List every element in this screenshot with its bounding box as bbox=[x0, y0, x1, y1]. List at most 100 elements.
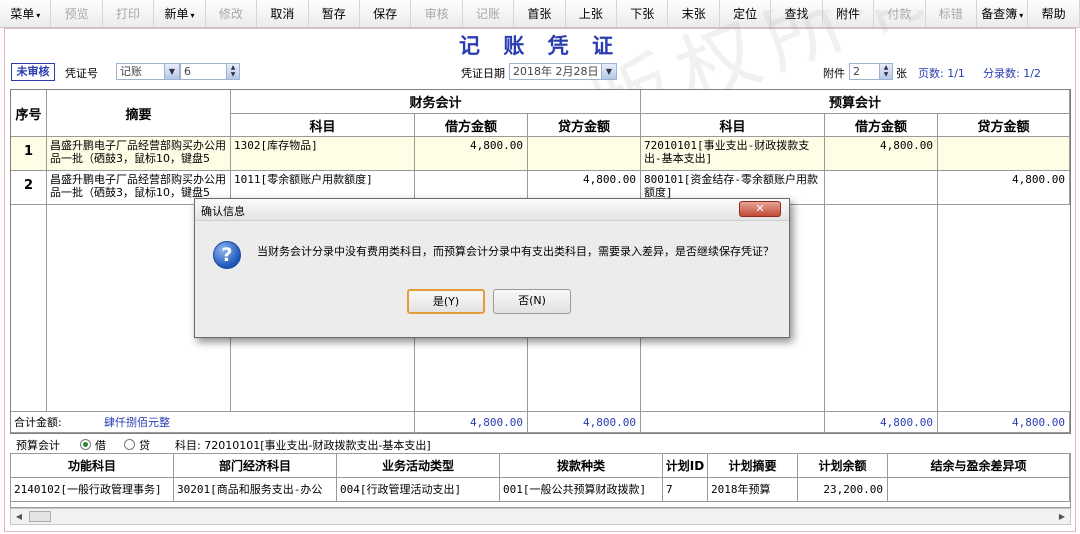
toolbar-button-label: 末张 bbox=[681, 6, 706, 21]
toolbar-button[interactable]: 审核 bbox=[411, 0, 463, 27]
toolbar-button-label: 暂存 bbox=[321, 6, 346, 21]
spin-up-down-icon[interactable]: ▲ ▼ bbox=[879, 64, 892, 79]
row-fin-debit[interactable]: 4,800.00 bbox=[415, 137, 528, 171]
budget-fund-type-cell[interactable]: 001[一般公共预算财政拨款] bbox=[500, 478, 663, 502]
row-seq: 2 bbox=[11, 171, 47, 205]
toolbar-button-label: 保存 bbox=[373, 6, 398, 21]
attachment-stepper[interactable]: 2 ▲ ▼ bbox=[849, 63, 893, 80]
row-bud-debit[interactable]: 4,800.00 bbox=[825, 137, 938, 171]
col-fin-account-header: 科目 bbox=[231, 114, 415, 137]
toolbar-button[interactable]: 附件 bbox=[823, 0, 875, 27]
row-summary[interactable]: 昌盛升鹏电子厂品经营部购买办公用品一批（硒鼓3，鼠标10，键盘5 bbox=[47, 137, 231, 171]
voucher-no-label: 凭证号 bbox=[65, 67, 98, 80]
toolbar-button[interactable]: 菜单 ▾ bbox=[0, 0, 52, 27]
toolbar-button[interactable]: 帮助 bbox=[1028, 0, 1080, 27]
toolbar-button-label: 付款 bbox=[887, 6, 912, 21]
confirm-dialog: 确认信息 ✕ ? 当财务会计分录中没有费用类科目，而预算会计分录中有支出类科目，… bbox=[194, 198, 790, 338]
budget-plan-id-cell[interactable]: 7 bbox=[663, 478, 708, 502]
dialog-titlebar[interactable]: 确认信息 ✕ bbox=[195, 199, 789, 221]
col-econ-header: 部门经济科目 bbox=[174, 454, 337, 478]
toolbar-button[interactable]: 暂存 bbox=[309, 0, 360, 27]
col-fin-debit-header: 借方金额 bbox=[415, 114, 528, 137]
empty-cell bbox=[825, 205, 938, 411]
col-seq-header: 序号 bbox=[11, 90, 47, 137]
total-fin-credit: 4,800.00 bbox=[528, 411, 641, 433]
col-summary-header: 摘要 bbox=[47, 90, 231, 137]
col-plan-balance-header: 计划余额 bbox=[798, 454, 888, 478]
toolbar-button-label: 上张 bbox=[578, 6, 603, 21]
col-fin-credit-header: 贷方金额 bbox=[528, 114, 641, 137]
toolbar-button-label: 审核 bbox=[424, 6, 449, 21]
toolbar-button[interactable]: 上张 bbox=[566, 0, 618, 27]
col-bud-debit-header: 借方金额 bbox=[825, 114, 938, 137]
scroll-thumb[interactable] bbox=[29, 511, 51, 522]
voucher-type-value: 记账 bbox=[120, 65, 142, 78]
toolbar-button[interactable]: 付款 bbox=[874, 0, 926, 27]
toolbar-button-label: 修改 bbox=[218, 6, 243, 21]
toolbar-button[interactable]: 预览 bbox=[51, 0, 103, 27]
date-picker[interactable]: 2018年 2月28日 ▼ bbox=[509, 63, 617, 80]
close-icon[interactable]: ✕ bbox=[739, 201, 781, 217]
chevron-down-icon: ▾ bbox=[36, 10, 41, 20]
credit-radio-label[interactable]: 贷 bbox=[139, 437, 150, 453]
budget-plan-summary-cell[interactable]: 2018年预算 bbox=[708, 478, 798, 502]
group-financial-header: 财务会计 bbox=[231, 90, 641, 114]
debit-radio[interactable] bbox=[80, 439, 91, 450]
col-fund-type-header: 拨款种类 bbox=[500, 454, 663, 478]
toolbar-button[interactable]: 查找 bbox=[771, 0, 823, 27]
yes-button[interactable]: 是(Y) bbox=[407, 289, 485, 314]
toolbar-button[interactable]: 首张 bbox=[514, 0, 566, 27]
budget-activity-cell[interactable]: 004[行政管理活动支出] bbox=[337, 478, 500, 502]
toolbar-button[interactable]: 定位 bbox=[720, 0, 772, 27]
credit-radio[interactable] bbox=[124, 439, 135, 450]
debit-radio-label[interactable]: 借 bbox=[95, 437, 106, 453]
toolbar-button[interactable]: 备查簿 ▾ bbox=[977, 0, 1029, 27]
toolbar-button[interactable]: 下张 bbox=[617, 0, 669, 27]
col-plan-id-header: 计划ID bbox=[663, 454, 708, 478]
dialog-title: 确认信息 bbox=[201, 205, 245, 218]
chevron-down-icon: ▾ bbox=[1019, 10, 1024, 20]
toolbar-button-label: 查找 bbox=[784, 6, 809, 21]
toolbar-button[interactable]: 取消 bbox=[257, 0, 309, 27]
budget-bar: 预算会计 借 贷 科目: 72010101[事业支出-财政拨款支出-基本支出] bbox=[10, 436, 1071, 453]
row-bud-credit[interactable]: 4,800.00 bbox=[938, 171, 1070, 205]
toolbar-button-label: 菜单 bbox=[10, 6, 35, 21]
row-bud-debit[interactable] bbox=[825, 171, 938, 205]
total-empty-cell bbox=[641, 411, 825, 433]
scroll-left-icon[interactable]: ◀ bbox=[11, 509, 27, 524]
toolbar-button[interactable]: 修改 bbox=[206, 0, 258, 27]
toolbar-button[interactable]: 打印 bbox=[103, 0, 155, 27]
attachment-unit: 张 bbox=[896, 67, 907, 80]
toolbar-button[interactable]: 新单 ▾ bbox=[154, 0, 206, 27]
toolbar-button[interactable]: 标错 bbox=[926, 0, 978, 27]
row-fin-credit[interactable] bbox=[528, 137, 641, 171]
horizontal-scrollbar[interactable]: ◀ ▶ bbox=[10, 508, 1071, 525]
budget-plan-balance-cell[interactable]: 23,200.00 bbox=[798, 478, 888, 502]
toolbar-button-label: 取消 bbox=[270, 6, 295, 21]
chevron-down-icon[interactable]: ▼ bbox=[601, 64, 616, 79]
voucher-no-value: 6 bbox=[184, 65, 191, 78]
group-budget-header: 预算会计 bbox=[641, 90, 1070, 114]
row-bud-account[interactable]: 72010101[事业支出-财政拨款支出-基本支出] bbox=[641, 137, 825, 171]
budget-econ-cell[interactable]: 30201[商品和服务支出-办公 bbox=[174, 478, 337, 502]
budget-function-cell[interactable]: 2140102[一般行政管理事务] bbox=[11, 478, 174, 502]
voucher-type-select[interactable]: 记账 ▼ bbox=[116, 63, 180, 80]
toolbar-button[interactable]: 保存 bbox=[360, 0, 412, 27]
row-bud-credit[interactable] bbox=[938, 137, 1070, 171]
page-title: 记 账 凭 证 bbox=[459, 34, 621, 58]
spin-up-down-icon[interactable]: ▲ ▼ bbox=[226, 64, 239, 79]
total-label: 合计金额: bbox=[11, 411, 101, 433]
empty-cell bbox=[11, 205, 47, 411]
budget-diff-cell[interactable] bbox=[888, 478, 1070, 502]
toolbar-button-label: 打印 bbox=[116, 6, 141, 21]
toolbar-button[interactable]: 末张 bbox=[668, 0, 720, 27]
col-bud-account-header: 科目 bbox=[641, 114, 825, 137]
scroll-right-icon[interactable]: ▶ bbox=[1054, 509, 1070, 524]
row-fin-account[interactable]: 1302[库存物品] bbox=[231, 137, 415, 171]
voucher-no-stepper[interactable]: 6 ▲ ▼ bbox=[180, 63, 240, 80]
toolbar-button-label: 下张 bbox=[630, 6, 655, 21]
chevron-down-icon[interactable]: ▼ bbox=[164, 64, 179, 79]
toolbar-button[interactable]: 记账 bbox=[463, 0, 515, 27]
col-plan-summary-header: 计划摘要 bbox=[708, 454, 798, 478]
no-button[interactable]: 否(N) bbox=[493, 289, 571, 314]
